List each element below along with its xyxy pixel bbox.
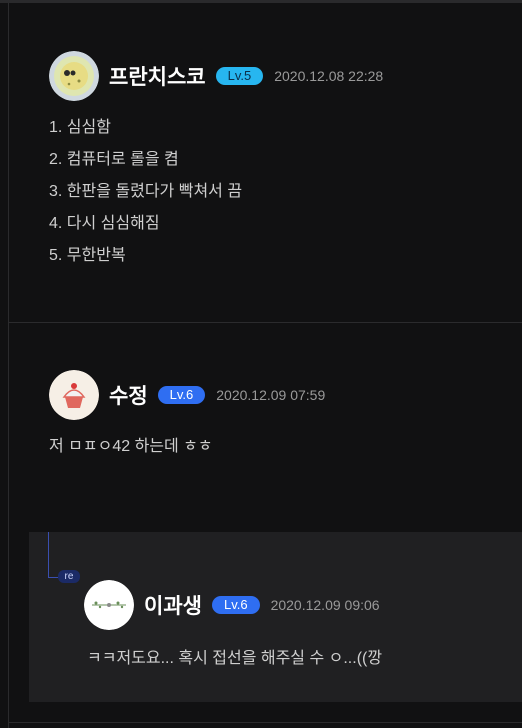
comment-item: 수정 Lv.6 2020.12.09 07:59 저 ㅁㅍㅇ42 하는데 ㅎㅎ [9, 322, 522, 533]
reply-item: 이과생 Lv.6 2020.12.09 09:06 ㅋㅋ저도요... 혹시 접선… [29, 532, 522, 702]
list-item: 4. 다시 심심해짐 [49, 215, 160, 232]
bottom-divider [9, 722, 522, 723]
comment-header: 프란치스코 Lv.5 2020.12.08 22:28 [49, 51, 383, 101]
reply-header: 이과생 Lv.6 2020.12.09 09:06 [84, 580, 380, 630]
list-item: 1. 심심함 [49, 119, 111, 136]
cupcake-avatar-icon [49, 370, 99, 420]
comment-header: 수정 Lv.6 2020.12.09 07:59 [49, 370, 325, 420]
flower-avatar-icon [84, 580, 134, 630]
level-badge: Lv.6 [157, 386, 206, 404]
petri-dish-avatar-icon [49, 51, 99, 101]
avatar[interactable] [49, 370, 99, 420]
list-item: 2. 컴퓨터로 롤을 켬 [49, 151, 179, 168]
nickname[interactable]: 이과생 [144, 590, 202, 620]
avatar[interactable] [49, 51, 99, 101]
level-badge: Lv.6 [211, 596, 260, 614]
list-item: 5. 무한반복 [49, 247, 126, 264]
nickname[interactable]: 프란치스코 [109, 61, 206, 91]
reply-date: 2020.12.09 09:06 [270, 597, 380, 613]
nickname[interactable]: 수정 [109, 380, 148, 410]
reply-text: ㅋㅋ저도요... 혹시 접선을 해주실 수 ㅇ...((깡 [87, 650, 383, 667]
comment-body: 1. 심심함 2. 컴퓨터로 롤을 켬 3. 한판을 돌렸다가 빡쳐서 끔 4.… [49, 112, 242, 272]
list-item: 3. 한판을 돌렸다가 빡쳐서 끔 [49, 183, 243, 200]
comment-item: 프란치스코 Lv.5 2020.12.08 22:28 1. 심심함 2. 컴퓨… [9, 3, 522, 321]
reply-tag: re [58, 570, 80, 583]
avatar[interactable] [84, 580, 134, 630]
comment-text: 저 ㅁㅍㅇ42 하는데 ㅎㅎ [49, 438, 213, 455]
comment-date: 2020.12.08 22:28 [274, 68, 384, 84]
comment-date: 2020.12.09 07:59 [216, 387, 326, 403]
comment-list: 1. 심심함 2. 컴퓨터로 롤을 켬 3. 한판을 돌렸다가 빡쳐서 끔 4.… [49, 112, 242, 272]
level-badge: Lv.5 [215, 67, 264, 85]
reply-connector [48, 532, 49, 577]
reply-connector [48, 577, 58, 578]
